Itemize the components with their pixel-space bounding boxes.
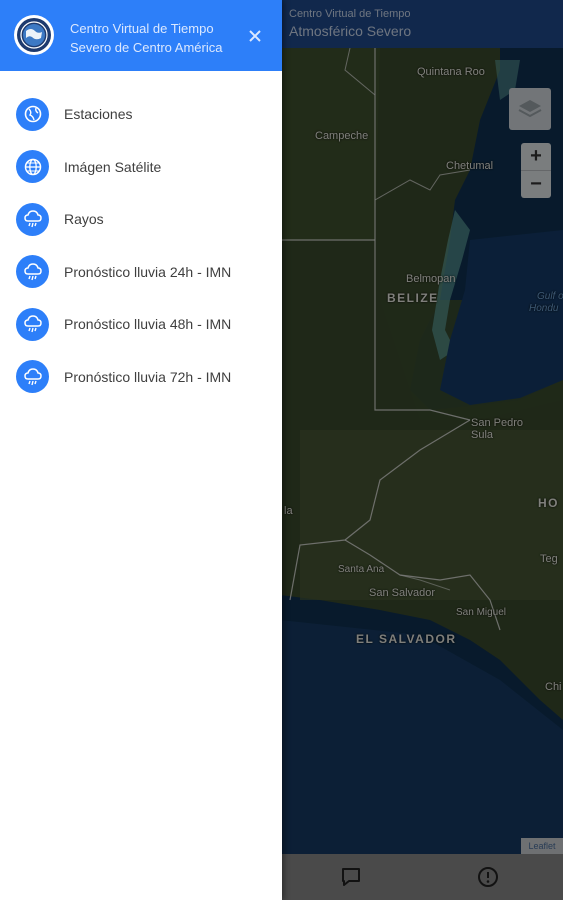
drawer-menu: Estaciones Imágen Satélite Rayos Pronóst… — [0, 88, 282, 403]
rain-cloud-icon — [23, 315, 42, 333]
menu-item-pronostico-72h[interactable]: Pronóstico lluvia 72h - IMN — [0, 351, 282, 404]
navigation-drawer: Centro Virtual de Tiempo Severo de Centr… — [0, 0, 282, 900]
drawer-header: Centro Virtual de Tiempo Severo de Centr… — [0, 0, 282, 71]
storm-cloud-icon — [23, 210, 42, 228]
menu-item-estaciones[interactable]: Estaciones — [0, 88, 282, 141]
menu-item-imagen-satelite[interactable]: Imágen Satélite — [0, 141, 282, 194]
menu-item-label: Pronóstico lluvia 24h - IMN — [64, 263, 232, 280]
rain-cloud-icon — [23, 367, 42, 385]
menu-item-label: Pronóstico lluvia 72h - IMN — [64, 368, 232, 385]
menu-item-label: Pronóstico lluvia 48h - IMN — [64, 316, 232, 333]
globe-pin-icon — [24, 105, 41, 123]
drawer-title-line2: Severo de Centro América — [70, 40, 223, 55]
close-drawer-button[interactable] — [245, 26, 265, 46]
logo-icon — [17, 18, 51, 52]
menu-item-label: Imágen Satélite — [64, 158, 162, 175]
drawer-title: Centro Virtual de Tiempo Severo de Centr… — [70, 19, 245, 57]
menu-item-pronostico-48h[interactable]: Pronóstico lluvia 48h - IMN — [0, 298, 282, 351]
globe-icon — [24, 158, 41, 175]
drawer-title-line1: Centro Virtual de Tiempo — [70, 21, 214, 36]
menu-item-pronostico-24h[interactable]: Pronóstico lluvia 24h - IMN — [0, 246, 282, 299]
menu-item-label: Estaciones — [64, 106, 133, 123]
menu-item-label: Rayos — [64, 211, 104, 228]
menu-item-rayos[interactable]: Rayos — [0, 193, 282, 246]
rain-cloud-icon — [23, 262, 42, 280]
close-icon — [249, 30, 261, 42]
app-logo — [14, 15, 54, 55]
